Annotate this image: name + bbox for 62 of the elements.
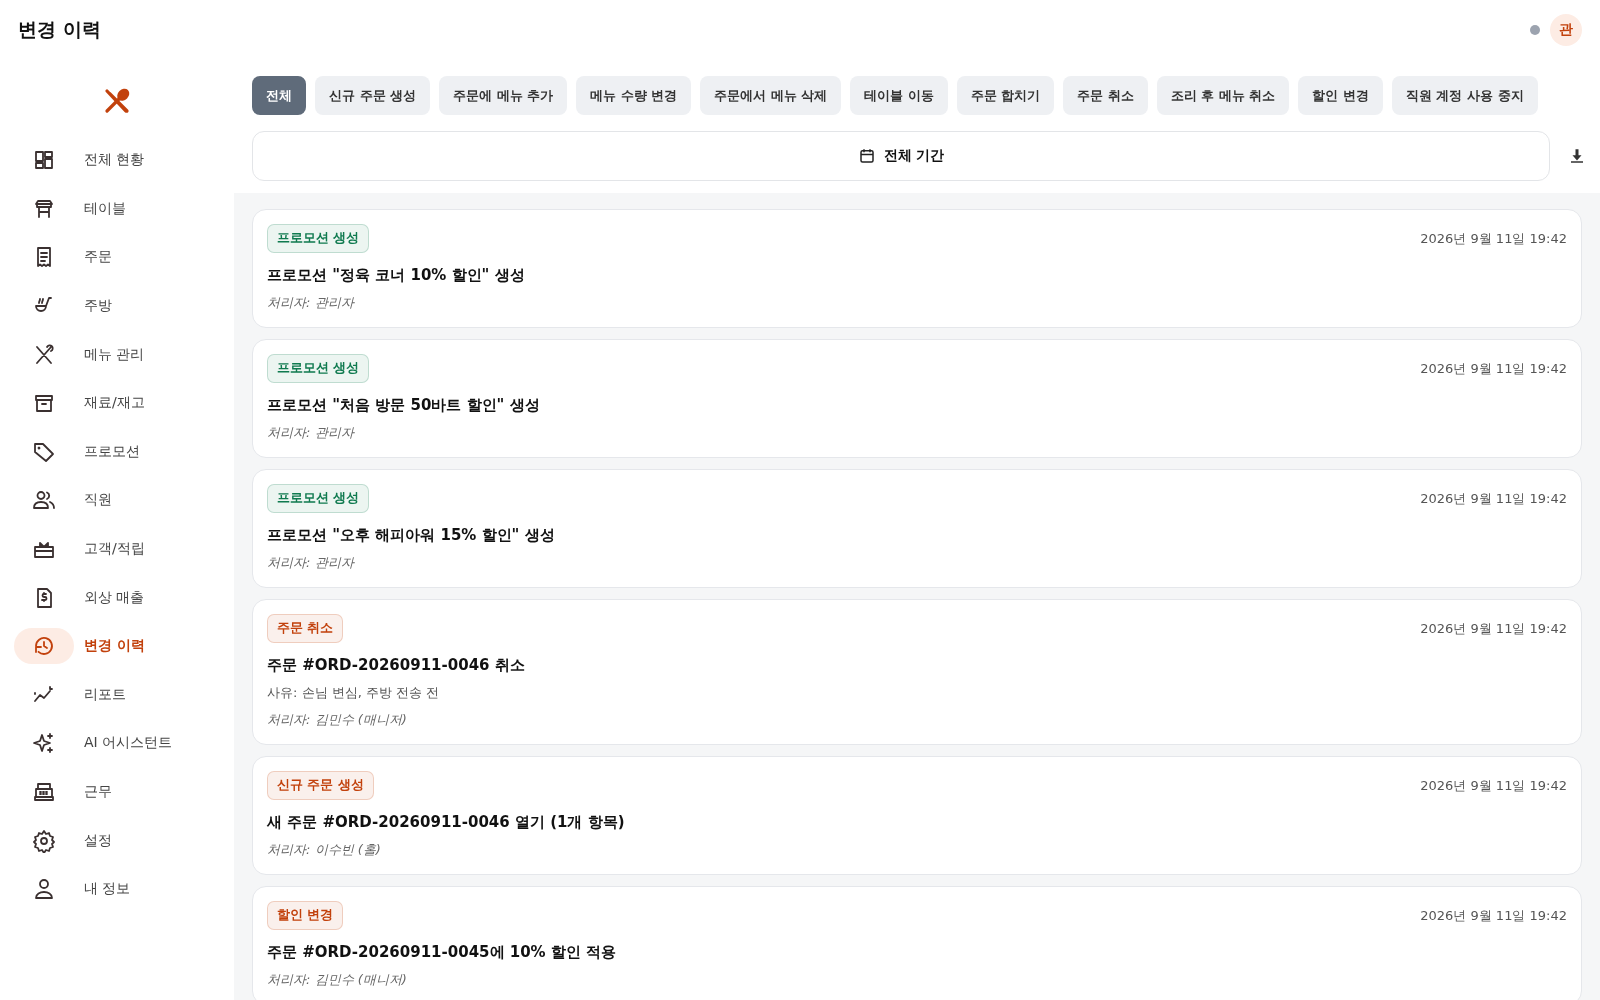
event-tag: 신규 주문 생성 (267, 771, 374, 800)
entry-title: 주문 #ORD-20260911-0046 취소 (267, 656, 526, 675)
event-tag: 주문 취소 (267, 614, 344, 643)
filter-tab[interactable]: 주문 합치기 (956, 76, 1055, 115)
timestamp: 2026년 9월 11일 19:42 (1420, 229, 1567, 248)
sidebar-item[interactable]: 주방 (14, 281, 232, 331)
event-tag: 프로모션 생성 (267, 224, 370, 253)
filter-tab[interactable]: 주문 취소 (1063, 76, 1148, 115)
download-icon[interactable] (1568, 147, 1586, 165)
filter-tab[interactable]: 신규 주문 생성 (315, 76, 431, 115)
timestamp: 2026년 9월 11일 19:42 (1420, 359, 1567, 378)
sidebar-item[interactable]: 주문 (14, 233, 232, 282)
handler-text: 처리자: 김민수 (매니저) (267, 711, 408, 729)
event-tag: 할인 변경 (267, 901, 344, 930)
sidebar-item[interactable]: 메뉴 관리 (14, 330, 232, 379)
sidebar-item[interactable]: 고객/적립 (14, 524, 232, 574)
entry-title: 새 주문 #ORD-20260911-0046 열기 (1개 항목) (267, 813, 626, 832)
handler-text: 처리자: 관리자 (267, 294, 356, 312)
sidebar-item[interactable]: 변경 이력 (14, 621, 232, 671)
sparkle-icon (32, 731, 56, 756)
entry-title: 프로모션 "처음 방문 50바트 할인" 생성 (267, 396, 541, 415)
filter-tab[interactable]: 조리 후 메뉴 취소 (1156, 76, 1290, 115)
handler-text: 처리자: 이수빈 (홀) (267, 841, 382, 859)
status-dot (1530, 25, 1540, 35)
person-icon (32, 877, 56, 902)
sidebar-item[interactable]: 외상 매출 (14, 573, 232, 622)
timestamp: 2026년 9월 11일 19:42 (1420, 489, 1567, 508)
calendar-icon (857, 147, 876, 165)
entry-reason: 사유: 손님 변심, 주방 전송 전 (267, 684, 441, 702)
sidebar-item[interactable]: 재료/재고 (14, 378, 232, 428)
sidebar-item[interactable]: 프로모션 (14, 427, 232, 477)
filter-tab[interactable]: 할인 변경 (1298, 76, 1383, 115)
entry-title: 주문 #ORD-20260911-0045에 10% 할인 적용 (267, 943, 618, 962)
filter-tab[interactable]: 메뉴 수량 변경 (576, 76, 692, 115)
filter-tab[interactable]: 전체 (252, 76, 306, 115)
timestamp: 2026년 9월 11일 19:42 (1420, 906, 1567, 925)
event-tag: 프로모션 생성 (267, 354, 370, 383)
sidebar-item[interactable]: 리포트 (14, 670, 232, 720)
page-title: 변경 이력 (18, 17, 101, 42)
sidebar-item[interactable]: 전체 현황 (14, 136, 232, 185)
sidebar-item[interactable]: AI 어시스턴트 (14, 719, 232, 768)
event-tag: 프로모션 생성 (267, 484, 370, 513)
sidebar-item[interactable]: 직원 (14, 476, 232, 525)
entry-title: 프로모션 "정육 코너 10% 할인" 생성 (267, 266, 526, 285)
register-icon (32, 780, 56, 804)
timestamp: 2026년 9월 11일 19:42 (1420, 776, 1567, 795)
entry-title: 프로모션 "오후 해피아워 15% 할인" 생성 (267, 526, 556, 545)
sidebar-item[interactable]: 테이블 (14, 184, 232, 234)
gear-icon (32, 828, 56, 853)
date-range-button[interactable]: 전체 기간 (252, 131, 1550, 181)
filter-tab[interactable]: 테이블 이동 (850, 76, 948, 115)
sidebar-item[interactable]: 근무 (14, 767, 232, 817)
handler-text: 처리자: 관리자 (267, 424, 356, 442)
filter-tab[interactable]: 주문에 메뉴 추가 (439, 76, 568, 115)
handler-text: 처리자: 김민수 (매니저) (267, 971, 408, 989)
handler-text: 처리자: 관리자 (267, 554, 356, 572)
filter-tab[interactable]: 주문에서 메뉴 삭제 (700, 76, 842, 115)
sidebar-item[interactable]: 설정 (14, 816, 232, 865)
user-avatar[interactable]: 관 (1550, 14, 1582, 46)
filter-tab[interactable]: 직원 계정 사용 중지 (1391, 76, 1538, 115)
timestamp: 2026년 9월 11일 19:42 (1420, 619, 1567, 638)
sidebar-item[interactable]: 내 정보 (14, 864, 232, 914)
